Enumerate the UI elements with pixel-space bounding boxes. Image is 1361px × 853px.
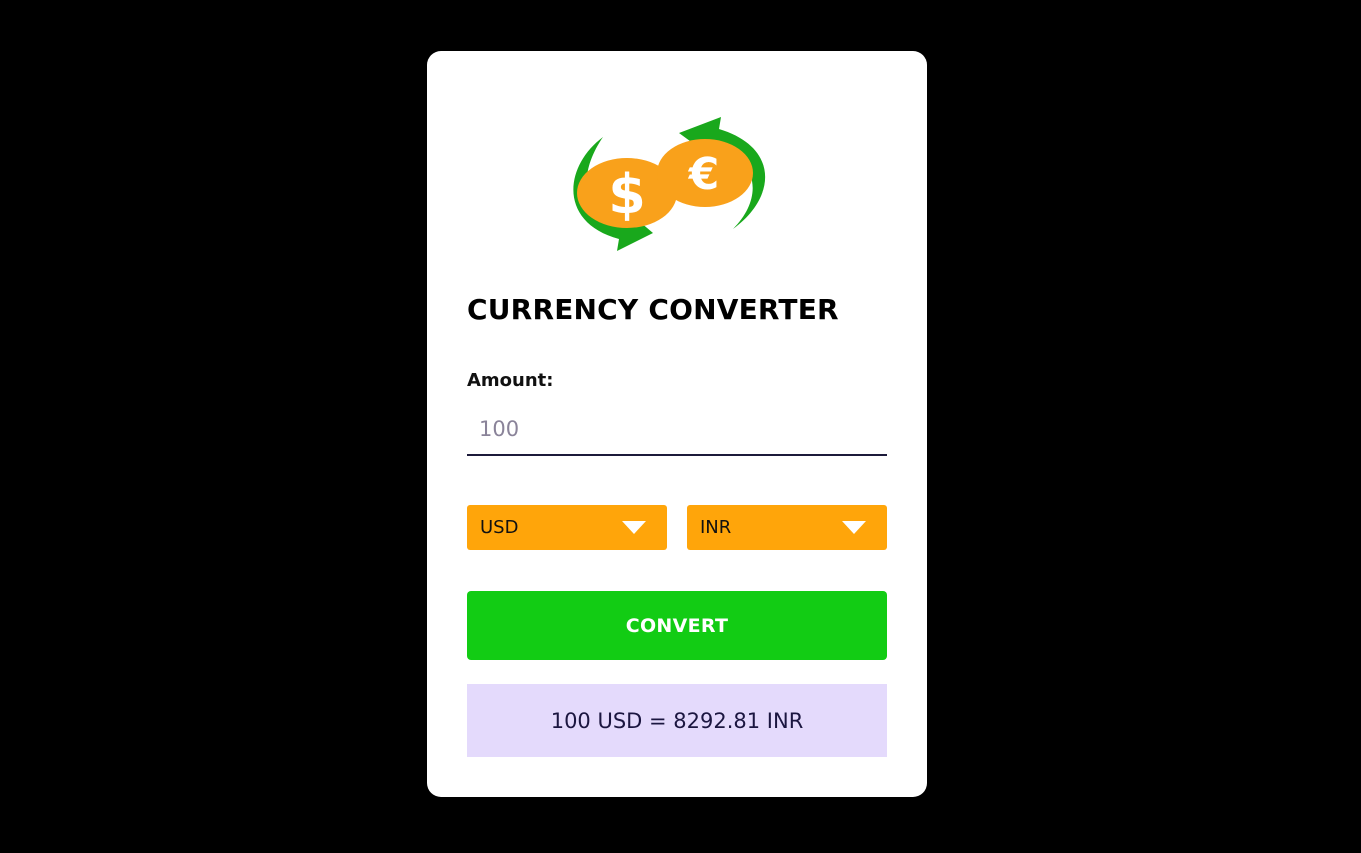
chevron-down-icon [842,521,866,534]
amount-label: Amount: [467,370,554,391]
to-currency-value: INR [700,517,732,538]
currency-exchange-icon: $ € [573,117,766,251]
conversion-result: 100 USD = 8292.81 INR [467,684,887,757]
to-currency-select[interactable]: INR [687,505,887,550]
svg-text:€: € [688,149,720,200]
amount-input[interactable] [467,404,887,456]
from-currency-select[interactable]: USD [467,505,667,550]
from-currency-value: USD [480,517,519,538]
chevron-down-icon [622,521,646,534]
svg-text:$: $ [608,163,646,226]
convert-button[interactable]: CONVERT [467,591,887,660]
converter-card: $ € CURRENCY CONVERTER Amount: USD INR C… [427,51,927,797]
page-title: CURRENCY CONVERTER [467,293,839,326]
